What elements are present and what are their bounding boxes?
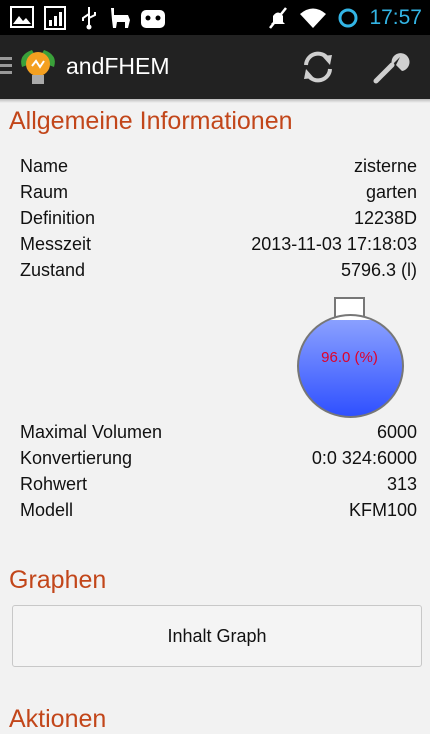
info-row-measure-time: Messzeit 2013-11-03 17:18:03: [20, 234, 417, 260]
android-icon: [141, 10, 165, 28]
info-row-conversion: Konvertierung 0:0 324:6000: [20, 448, 417, 474]
info-key: Raum: [20, 182, 69, 202]
action-bar: andFHEM: [0, 35, 430, 99]
info-row-room: Raum garten: [20, 182, 417, 208]
info-key: Rohwert: [20, 474, 88, 494]
info-key: Modell: [20, 500, 74, 520]
tank-fill-label: 96.0 (%): [321, 349, 378, 366]
info-key: Konvertierung: [20, 448, 133, 468]
info-row-state: Zustand 5796.3 (l): [20, 260, 417, 286]
tank-gauge: [297, 314, 404, 418]
info-row-raw-value: Rohwert 313: [20, 474, 417, 500]
info-value: 6000: [376, 422, 417, 442]
mute-icon: [269, 6, 288, 29]
image-icon: [10, 6, 34, 28]
refresh-icon[interactable]: [300, 49, 336, 85]
llama-icon: [111, 8, 130, 28]
info-value: 0:0 324:6000: [311, 448, 417, 468]
status-bar: 17:57: [0, 0, 430, 35]
section-title-graphs: Graphen: [9, 566, 107, 594]
app-title: andFHEM: [66, 53, 170, 79]
section-title-actions: Aktionen: [9, 705, 107, 733]
info-key: Definition: [20, 208, 96, 228]
info-value: zisterne: [353, 156, 417, 176]
info-value: 5796.3 (l): [340, 260, 417, 280]
info-key: Messzeit: [20, 234, 92, 254]
info-key: Zustand: [20, 260, 86, 280]
action-bar-shadow: [0, 99, 430, 103]
bulb-logo-icon[interactable]: [18, 47, 58, 89]
content-graph-button[interactable]: Inhalt Graph: [12, 605, 422, 667]
info-value: 12238D: [353, 208, 417, 228]
sync-ring-icon: [338, 8, 358, 27]
signal-bars-icon: [44, 6, 66, 30]
info-row-model: Modell KFM100: [20, 500, 417, 526]
wifi-icon: [300, 8, 327, 28]
info-value: KFM100: [348, 500, 417, 520]
usb-icon: [82, 7, 96, 30]
section-title-general: Allgemeine Informationen: [9, 107, 293, 135]
wrench-icon[interactable]: [372, 49, 412, 85]
menu-icon[interactable]: [0, 57, 12, 78]
info-row-definition: Definition 12238D: [20, 208, 417, 234]
info-key: Maximal Volumen: [20, 422, 163, 442]
info-key: Name: [20, 156, 69, 176]
info-value: 2013-11-03 17:18:03: [251, 234, 417, 254]
info-row-max-volume: Maximal Volumen 6000: [20, 422, 417, 448]
info-value: garten: [365, 182, 417, 202]
clock: 17:57: [369, 5, 422, 29]
info-row-name: Name zisterne: [20, 156, 417, 182]
info-value: 313: [386, 474, 417, 494]
